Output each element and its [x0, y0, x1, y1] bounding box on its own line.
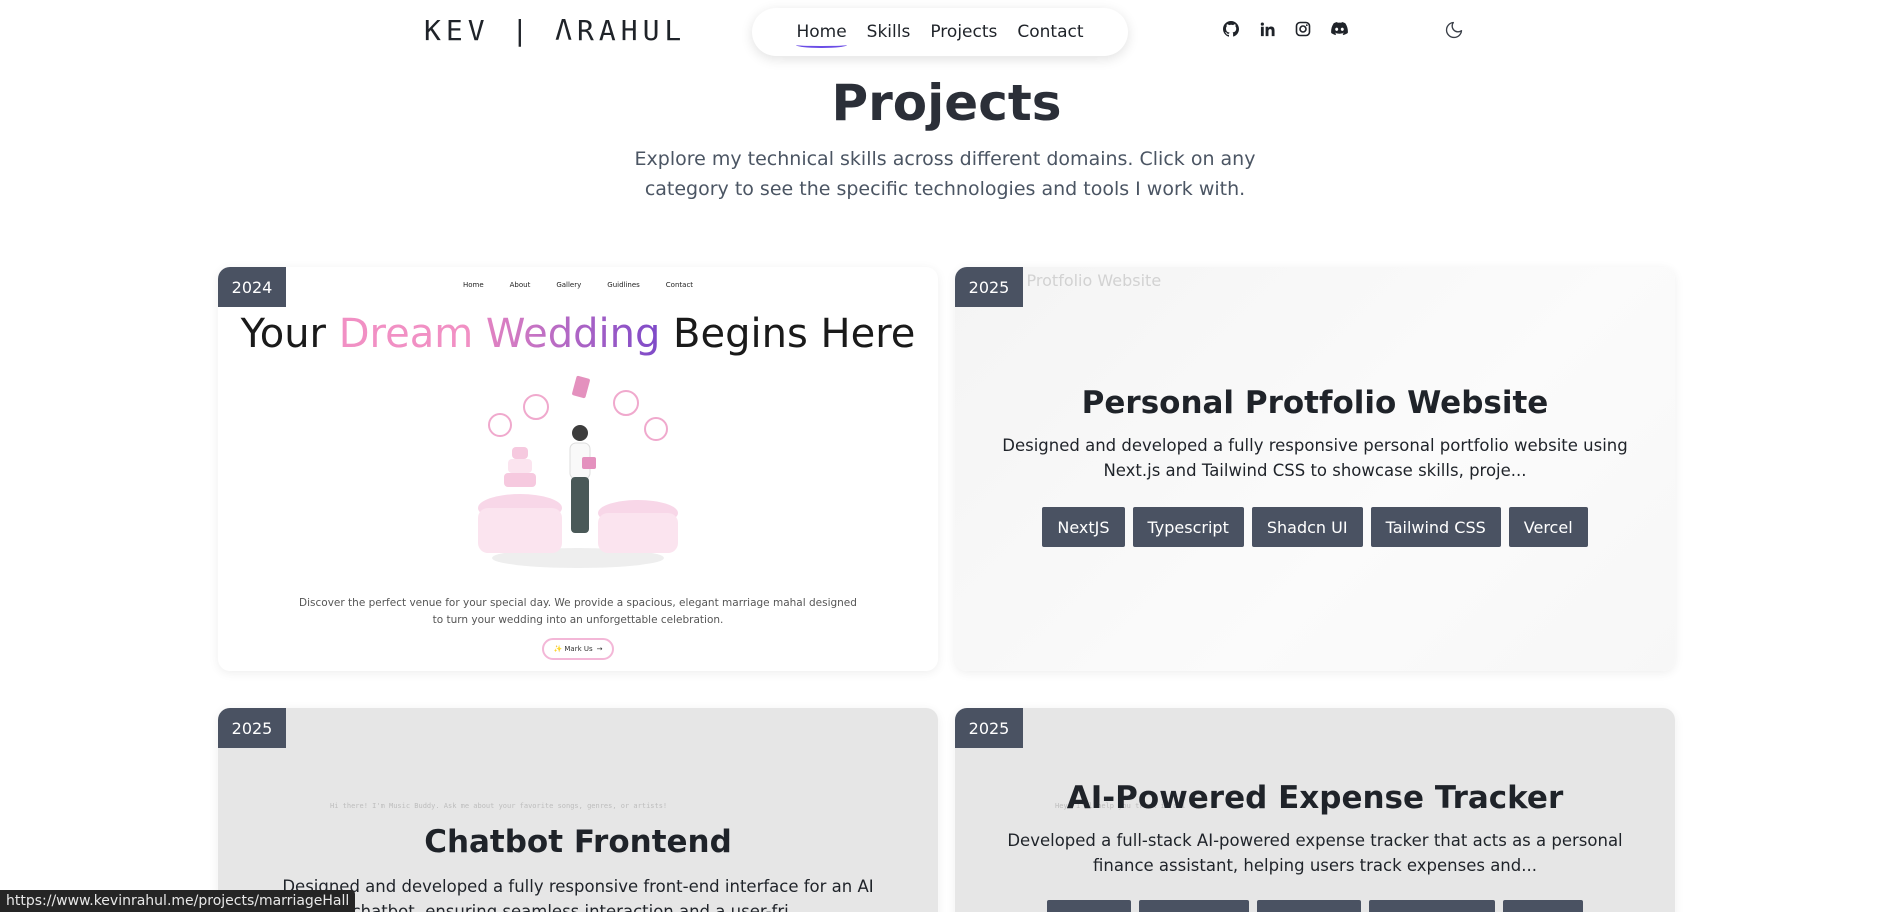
nav-contact[interactable]: Contact — [1017, 22, 1083, 42]
project-card-portfolio[interactable]: 2025 l Protfolio Website Personal Protfo… — [955, 267, 1675, 671]
preview-nav: Home About Gallery Guidlines Contact — [218, 281, 938, 289]
tech-tag — [1047, 900, 1131, 912]
project-title: Personal Protfolio Website — [1081, 385, 1549, 421]
tech-tag — [1369, 900, 1495, 912]
preview-ghost-text: Hi there! I'm Music Buddy. Ask me about … — [330, 802, 668, 810]
page-title: Projects — [831, 74, 1062, 132]
tech-tag: Vercel — [1508, 507, 1588, 547]
tech-tag — [1503, 900, 1583, 912]
instagram-icon[interactable] — [1294, 20, 1312, 38]
mark-us-button[interactable]: ✨ Mark Us → — [542, 638, 614, 660]
nav-projects[interactable]: Projects — [930, 22, 997, 42]
preview-headline-d: Begins Here — [660, 311, 916, 357]
preview-nav-item: Home — [462, 281, 484, 289]
discord-icon[interactable] — [1330, 20, 1348, 38]
preview-description: Discover the perfect venue for your spec… — [299, 597, 857, 626]
tech-tag: Tailwind CSS — [1370, 507, 1501, 547]
year-badge: 2025 — [955, 267, 1023, 307]
preview-nav-item: About — [509, 281, 531, 289]
year-badge: 2025 — [955, 708, 1023, 748]
social-links — [1222, 20, 1348, 38]
tech-tag: Typescript — [1132, 507, 1244, 547]
preview-nav-item: Gallery — [556, 281, 582, 289]
page-subtitle: Explore my technical skills across diffe… — [634, 148, 1256, 200]
tech-tag: Shadcn UI — [1251, 507, 1363, 547]
year-badge: 2024 — [218, 267, 286, 307]
project-description: Developed a full-stack AI-powered expens… — [1007, 831, 1623, 875]
main-nav: Home Skills Projects Contact — [752, 8, 1128, 56]
tech-tag — [1257, 900, 1361, 912]
tech-tags — [955, 900, 1675, 912]
preview-headline-b: Dream — [338, 311, 486, 357]
moon-icon[interactable] — [1444, 20, 1466, 42]
preview-headline-a: Your — [240, 311, 339, 357]
project-card-chatbot[interactable]: 2025 Hi there! I'm Music Buddy. Ask me a… — [218, 708, 938, 912]
project-card-marriage-hall[interactable]: 2024 Home About Gallery Guidlines Contac… — [218, 267, 938, 671]
preview-headline-c: Wedding — [485, 311, 661, 357]
tech-tag — [1139, 900, 1249, 912]
preview-nav-item: Contact — [665, 281, 694, 289]
project-title: AI-Powered Expense Tracker — [1066, 780, 1564, 816]
tech-tag: NextJS — [1042, 507, 1125, 547]
nav-skills[interactable]: Skills — [867, 22, 911, 42]
arrow-right-icon: → — [596, 645, 603, 653]
project-title: Chatbot Frontend — [424, 824, 732, 860]
preview-ghost-text: l Protfolio Website — [1017, 271, 1162, 290]
mark-us-label: ✨ Mark Us — [553, 645, 593, 653]
linkedin-icon[interactable] — [1258, 20, 1276, 38]
github-icon[interactable] — [1222, 20, 1240, 38]
year-badge: 2025 — [218, 708, 286, 748]
preview-headline: Your Dream Wedding Begins Here — [218, 311, 938, 357]
tech-tags: NextJS Typescript Shadcn UI Tailwind CSS… — [955, 507, 1675, 547]
link-hover-status: https://www.kevinrahul.me/projects/marri… — [0, 890, 356, 912]
project-card-expense-tracker[interactable]: 2025 Hey! I'll help you track it all AI-… — [955, 708, 1675, 912]
wedding-planner-illustration — [478, 375, 678, 568]
site-logo[interactable]: KEV | ΛRAHUL — [424, 14, 686, 47]
project-description: Designed and developed a fully responsiv… — [1002, 436, 1628, 480]
nav-home[interactable]: Home — [796, 22, 847, 48]
preview-nav-item: Guidlines — [607, 281, 640, 289]
